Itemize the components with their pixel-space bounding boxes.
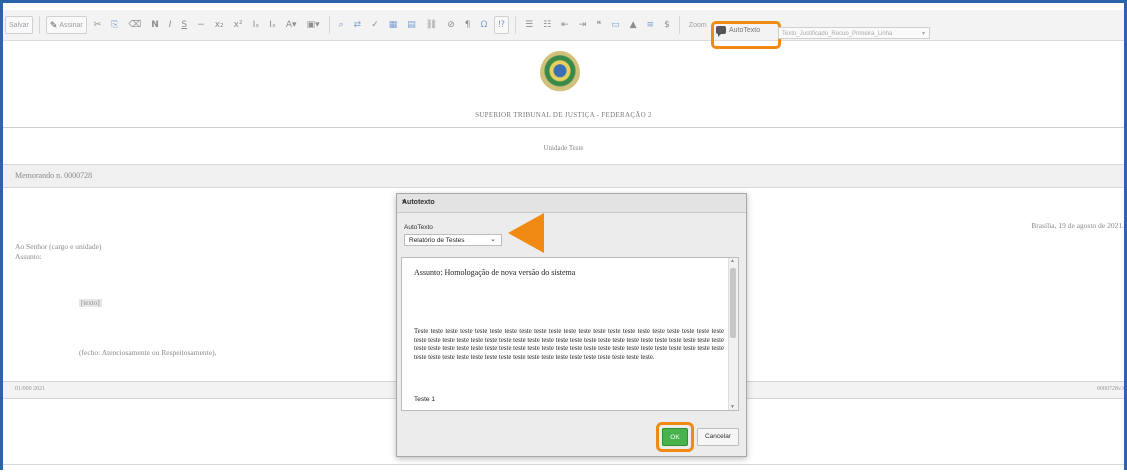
addressee-line: Ao Senhor (cargo e unidade) [15, 242, 102, 251]
italic-button[interactable]: I [166, 17, 175, 33]
format-icon[interactable]: Iₓ [266, 17, 279, 33]
editor-toolbar: Salvar ✎ Assinar ✂ ⎘ ⌫ N I S − x₂ x² Iₓ I… [3, 10, 1124, 41]
sign-button[interactable]: ✎ Assinar [45, 16, 87, 34]
scroll-up-icon[interactable]: ▲ [730, 258, 735, 264]
autotexto-button[interactable]: AutoTexto [716, 26, 761, 37]
header-divider [3, 127, 1124, 128]
cut-icon[interactable]: ✂ [91, 17, 105, 33]
autotexto-preview-editor[interactable]: Assunto: Homologação de nova versão do s… [401, 257, 739, 411]
sign-label: Assinar [59, 21, 83, 29]
image-icon[interactable]: ▤ [404, 17, 419, 33]
replace-icon[interactable]: ⇄ [351, 17, 365, 33]
annotation-arrow-icon [508, 213, 544, 253]
texto-placeholder[interactable]: [texto] [79, 299, 102, 307]
underline-button[interactable]: S [178, 17, 190, 33]
footer-left: 01/000 2021 [15, 386, 46, 392]
spellcheck-icon[interactable]: ✓ [368, 17, 382, 33]
justify-icon[interactable]: ≡ [644, 17, 658, 33]
bold-button[interactable]: N [148, 17, 162, 33]
align-icon[interactable]: ▲ [627, 17, 640, 33]
cancel-button[interactable]: Cancelar [697, 428, 739, 446]
copy-icon[interactable]: ⎘ [108, 17, 121, 33]
chevron-down-icon: ⌄ [490, 236, 496, 243]
court-name: SUPERIOR TRIBUNAL DE JUSTIÇA - FEDERAÇÃO… [475, 111, 652, 119]
paste-icon[interactable]: ⌫ [125, 17, 144, 33]
addressee-block[interactable]: Ao Senhor (cargo e unidade) Assunto: [15, 242, 102, 262]
coat-of-arms-logo [540, 51, 580, 95]
link-icon[interactable]: ⛓ [423, 17, 440, 33]
strikethrough-icon[interactable]: − [194, 17, 208, 33]
preview-next-heading: Teste 1 [414, 396, 435, 403]
unit-name: Unidade Teste [543, 144, 584, 152]
chevron-down-icon: ▾ [921, 31, 925, 37]
toolbar-separator [514, 16, 516, 34]
autotexto-selected-value: Relatório de Testes [409, 237, 465, 244]
autotexto-field-label: AutoTexto [404, 224, 433, 231]
font-color-icon[interactable]: A▾ [283, 17, 300, 33]
preview-subject: Assunto: Homologação de nova versão do s… [414, 268, 576, 277]
unlink-icon[interactable]: ⊘ [444, 17, 458, 33]
paragraph-style-select[interactable]: Texto_Justificado_Recuo_Primeira_Linha ▾ [778, 27, 930, 39]
speech-bubble-icon [716, 26, 726, 37]
bottom-divider [3, 464, 1124, 465]
preview-body: Teste teste teste teste teste teste test… [414, 328, 724, 361]
superscript-icon[interactable]: x² [231, 17, 246, 33]
omega-icon[interactable]: Ω [477, 17, 490, 33]
outdent-icon[interactable]: ⇤ [558, 17, 572, 33]
memo-number: Memorando n. 0000728 [15, 171, 93, 180]
paragraph-style-value: Texto_Justificado_Recuo_Primeira_Linha [782, 31, 893, 37]
symbol-icon[interactable]: ⁉ [494, 16, 509, 34]
footer-right: 0000728v3 [1097, 386, 1124, 392]
numbered-list-icon[interactable]: ☰ [522, 17, 536, 33]
autotexto-button-label: AutoTexto [729, 26, 761, 34]
save-button[interactable]: Salvar [5, 16, 33, 34]
blockquote-icon[interactable]: ❝ [593, 17, 604, 33]
autotexto-dialog: Autotexto × AutoTexto Relatório de Teste… [396, 193, 747, 457]
pen-icon: ✎ [49, 19, 58, 30]
variable-icon[interactable]: $ [661, 17, 673, 33]
preview-scrollbar[interactable]: ▲ ▼ [728, 258, 738, 410]
scroll-down-icon[interactable]: ▼ [730, 404, 735, 410]
toolbar-separator [678, 16, 680, 34]
zoom-button[interactable]: Zoom [686, 17, 710, 33]
find-icon[interactable]: ⌕ [336, 17, 347, 33]
subject-label: Assunto: [15, 252, 42, 261]
scroll-thumb[interactable] [730, 268, 736, 338]
anchor-icon[interactable]: ¶ [462, 17, 474, 33]
background-color-icon[interactable]: ▣▾ [304, 17, 323, 33]
ok-button[interactable]: OK [662, 428, 688, 446]
subscript-icon[interactable]: x₂ [212, 17, 227, 33]
closing-line[interactable]: (fecho: Atenciosamente ou Respeitosament… [79, 348, 216, 357]
layout-icon[interactable]: ▭ [608, 17, 623, 33]
close-icon[interactable]: × [402, 199, 740, 206]
toolbar-separator [328, 16, 330, 34]
table-icon[interactable]: ▦ [386, 17, 401, 33]
document-date: Brasília, 19 de agosto de 2021. [1031, 221, 1124, 230]
memo-number-bar: Memorando n. 0000728 [3, 164, 1124, 188]
dialog-titlebar: Autotexto × [397, 194, 746, 213]
autotexto-select[interactable]: Relatório de Testes ⌄ [404, 234, 502, 246]
bulleted-list-icon[interactable]: ☷ [540, 17, 554, 33]
toolbar-separator [38, 16, 40, 34]
indent-icon[interactable]: ⇥ [576, 17, 590, 33]
text-size-icon[interactable]: Iₓ [250, 17, 263, 33]
